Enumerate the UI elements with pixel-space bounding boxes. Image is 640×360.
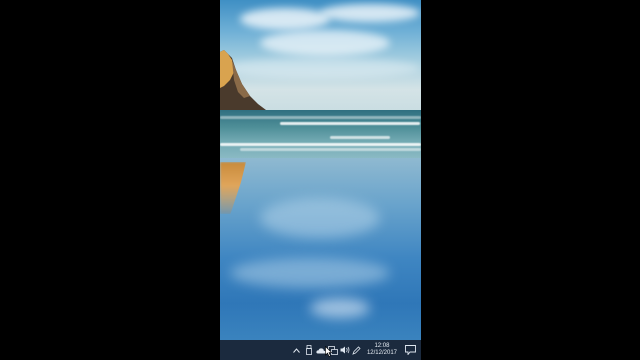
wallpaper-beach [220, 158, 421, 340]
taskbar-clock[interactable]: 12:08 12/12/2017 [367, 343, 397, 357]
action-center-icon[interactable] [403, 343, 417, 357]
pen-icon[interactable] [352, 343, 362, 357]
sea-stack-rock [220, 50, 270, 118]
chevron-up-icon[interactable] [292, 343, 302, 357]
usb-icon[interactable] [304, 343, 314, 357]
mouse-cursor-icon [325, 346, 332, 357]
volume-icon[interactable] [340, 343, 350, 357]
clock-date: 12/12/2017 [366, 350, 397, 356]
desktop-screen: 12:08 12/12/2017 [220, 0, 421, 360]
clock-time: 12:08 [374, 343, 390, 349]
taskbar: 12:08 12/12/2017 [220, 340, 421, 360]
wallpaper-sea [220, 110, 421, 160]
